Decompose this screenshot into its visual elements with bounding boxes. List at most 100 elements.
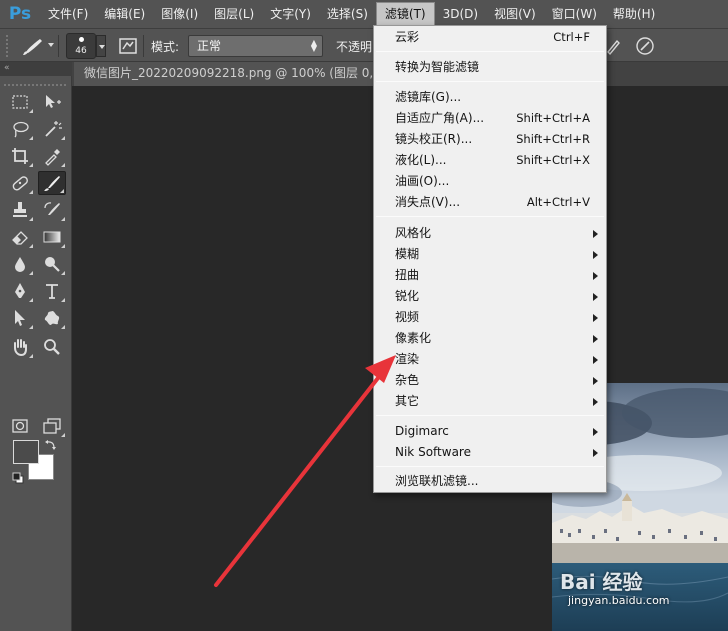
menu-filter[interactable]: 滤镜(T) — [375, 2, 435, 26]
type-tool[interactable] — [38, 279, 66, 303]
menu-image[interactable]: 图像(I) — [153, 0, 206, 28]
divider — [58, 35, 59, 57]
menu-item-filter-gallery[interactable]: 滤镜库(G)... — [374, 87, 606, 108]
quick-mask-button[interactable] — [6, 414, 34, 438]
menu-item-browse-filters-online[interactable]: 浏览联机滤镜... — [374, 471, 606, 492]
eraser-tool[interactable] — [6, 225, 34, 249]
menu-item-blur[interactable]: 模糊 — [374, 244, 606, 265]
menu-select[interactable]: 选择(S) — [319, 0, 376, 28]
path-select-icon — [15, 310, 25, 326]
watermark-brand: Bai 经验 — [560, 570, 643, 594]
document-tab[interactable]: 微信图片_20220209092218.png @ 100% (图层 0, RG… — [74, 62, 384, 86]
menu-separator — [376, 216, 604, 217]
dodge-tool[interactable] — [38, 252, 66, 276]
tools-panel-header[interactable]: « — [0, 62, 72, 76]
toggle-brush-panel-button[interactable] — [117, 35, 139, 57]
pen-tool[interactable] — [6, 279, 34, 303]
menu-separator — [376, 466, 604, 467]
menu-item-sharpen[interactable]: 锐化 — [374, 286, 606, 307]
menu-item-clouds[interactable]: 云彩 Ctrl+F — [374, 27, 606, 48]
bandage-icon — [12, 176, 28, 191]
lasso-tool[interactable] — [6, 117, 34, 141]
tools-panel-grip[interactable] — [4, 84, 66, 87]
brush-size-picker[interactable]: 46 — [66, 33, 96, 59]
options-bar-grip[interactable] — [6, 35, 10, 57]
brush-icon — [44, 176, 60, 191]
marquee-icon — [12, 95, 28, 109]
screen-mode-button[interactable] — [38, 414, 66, 438]
spot-healing-brush-tool[interactable] — [6, 171, 34, 195]
menu-item-video[interactable]: 视频 — [374, 307, 606, 328]
menu-item-render[interactable]: 渲染 — [374, 349, 606, 370]
rectangular-marquee-tool[interactable] — [6, 90, 34, 114]
menu-item-other[interactable]: 其它 — [374, 391, 606, 412]
menu-item-nik-software[interactable]: Nik Software — [374, 442, 606, 463]
clone-stamp-tool[interactable] — [6, 198, 34, 222]
menu-item-stylize[interactable]: 风格化 — [374, 223, 606, 244]
tool-preset-picker[interactable] — [18, 35, 52, 57]
submenu-arrow-icon — [593, 377, 598, 385]
menu-window[interactable]: 窗口(W) — [544, 0, 605, 28]
submenu-arrow-icon — [593, 251, 598, 259]
submenu-arrow-icon — [593, 230, 598, 238]
brush-panel-icon — [119, 38, 137, 54]
menu-layer[interactable]: 图层(L) — [206, 0, 262, 28]
mode-select[interactable]: 正常 ▲ ▼ — [188, 35, 323, 57]
custom-shape-tool[interactable] — [38, 306, 66, 330]
submenu-arrow-icon — [593, 314, 598, 322]
menu-item-convert-smart-filters[interactable]: 转换为智能滤镜 — [374, 57, 606, 78]
menu-item-oil-paint[interactable]: 油画(O)... — [374, 171, 606, 192]
screen-mode-icon — [43, 418, 61, 434]
menu-edit[interactable]: 编辑(E) — [96, 0, 153, 28]
menu-item-liquify[interactable]: 液化(L)... Shift+Ctrl+X — [374, 150, 606, 171]
menu-view[interactable]: 视图(V) — [486, 0, 544, 28]
collapse-icon[interactable]: « — [4, 63, 10, 73]
zoom-tool[interactable] — [38, 335, 66, 359]
menu-item-digimarc[interactable]: Digimarc — [374, 421, 606, 442]
mode-value: 正常 — [197, 39, 222, 53]
pen-icon — [15, 283, 25, 298]
menu-item-lens-correction[interactable]: 镜头校正(R)... Shift+Ctrl+R — [374, 129, 606, 150]
submenu-arrow-icon — [593, 428, 598, 436]
menu-item-noise[interactable]: 杂色 — [374, 370, 606, 391]
menu-separator — [376, 81, 604, 82]
menu-separator — [376, 415, 604, 416]
blur-tool[interactable] — [6, 252, 34, 276]
swap-colors-icon[interactable] — [44, 438, 58, 452]
eraser-icon — [12, 231, 28, 245]
menu-item-pixelate[interactable]: 像素化 — [374, 328, 606, 349]
history-brush-icon — [44, 202, 60, 215]
default-colors-icon[interactable] — [12, 472, 24, 484]
crop-tool[interactable] — [6, 144, 34, 168]
menu-help[interactable]: 帮助(H) — [605, 0, 663, 28]
brush-tool[interactable] — [38, 171, 66, 195]
brush-size-dropdown[interactable] — [96, 35, 106, 57]
move-icon — [46, 95, 61, 108]
options-bar: 46 模式: 正常 ▲ ▼ 不透明 — [0, 28, 728, 62]
menu-file[interactable]: 文件(F) — [40, 0, 96, 28]
brush-size-value: 46 — [75, 46, 87, 56]
pressure-size-button[interactable] — [634, 35, 656, 57]
move-tool[interactable] — [38, 90, 66, 114]
path-selection-tool[interactable] — [6, 306, 34, 330]
magic-wand-tool[interactable] — [38, 117, 66, 141]
eyedropper-tool[interactable] — [38, 144, 66, 168]
hand-tool[interactable] — [6, 335, 34, 359]
history-brush-tool[interactable] — [38, 198, 66, 222]
gradient-tool[interactable] — [38, 225, 66, 249]
foreground-color-swatch[interactable] — [13, 440, 39, 464]
gradient-icon — [43, 231, 61, 243]
menu-3d[interactable]: 3D(D) — [435, 0, 486, 28]
brush-icon — [23, 39, 42, 55]
shape-icon — [44, 311, 60, 325]
brush-tip-icon — [79, 37, 84, 42]
menu-type[interactable]: 文字(Y) — [262, 0, 319, 28]
document-tab-bar: « 微信图片_20220209092218.png @ 100% (图层 0, … — [0, 62, 728, 86]
menu-item-vanishing-point[interactable]: 消失点(V)... Alt+Ctrl+V — [374, 192, 606, 213]
eyedropper-icon — [45, 149, 60, 166]
menu-item-adaptive-wide-angle[interactable]: 自适应广角(A)... Shift+Ctrl+A — [374, 108, 606, 129]
chevron-down-icon[interactable] — [48, 43, 54, 47]
menu-bar: Ps 文件(F) 编辑(E) 图像(I) 图层(L) 文字(Y) 选择(S) 滤… — [0, 0, 728, 28]
submenu-arrow-icon — [593, 272, 598, 280]
menu-item-distort[interactable]: 扭曲 — [374, 265, 606, 286]
